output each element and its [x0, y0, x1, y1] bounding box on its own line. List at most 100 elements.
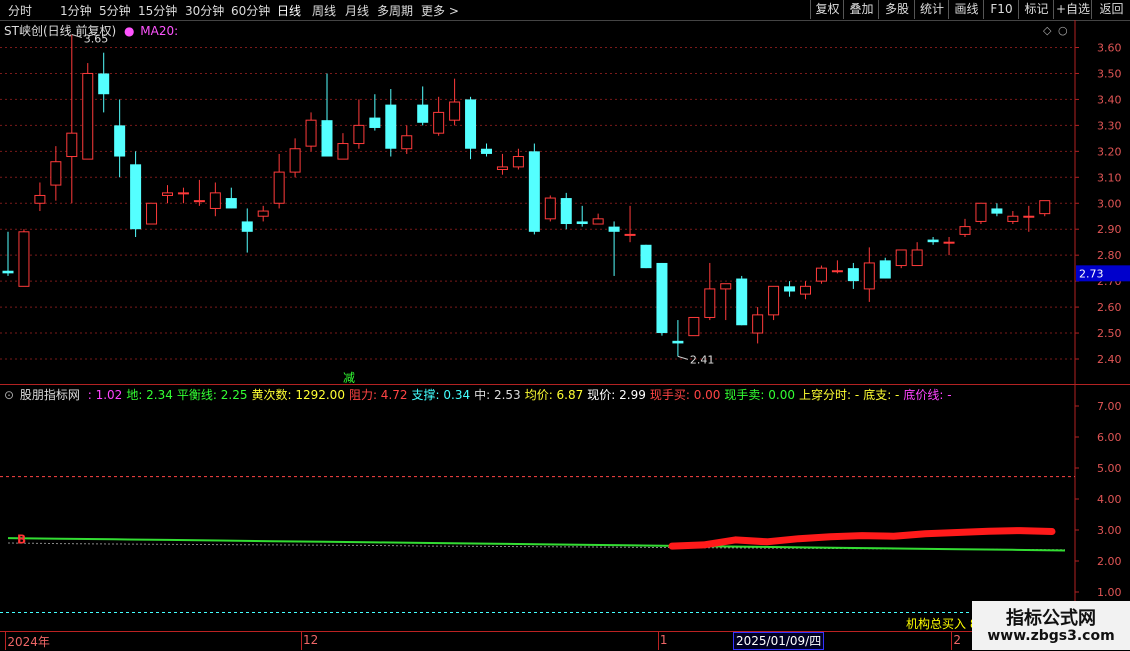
candle-body — [273, 171, 285, 204]
date-axis: 2025/01/09/四 2024年 12 1 2 — [0, 631, 1075, 651]
toolbar-button-3[interactable]: 统计 — [914, 0, 949, 19]
indicator-name: 股朋指标网 — [19, 388, 80, 402]
candle-48 — [768, 285, 780, 321]
candle-body — [401, 135, 413, 150]
candle-22 — [353, 99, 365, 149]
candle-37 — [592, 213, 604, 225]
y-tick-label-10: 3.40 — [1097, 93, 1122, 106]
date-label-3: 2 — [953, 633, 962, 647]
candle-body — [146, 202, 158, 225]
candle-body — [847, 268, 859, 282]
candlestick-chart[interactable]: 2.402.502.602.702.802.903.003.103.203.30… — [0, 20, 1130, 385]
period-tab-0[interactable]: 分时 — [8, 2, 32, 19]
selected-date: 2025/01/09/四 — [733, 632, 825, 650]
candle-body — [943, 241, 955, 244]
candle-60 — [959, 218, 971, 237]
candle-34 — [544, 195, 556, 222]
candle-4 — [66, 34, 78, 204]
candle-body — [98, 73, 110, 95]
watermark-url: www.zbgs3.com — [987, 628, 1115, 644]
candle-body — [225, 198, 237, 209]
toolbar-button-4[interactable]: 画线 — [948, 0, 984, 19]
candle-55 — [879, 257, 891, 279]
indicator-value-10: 现手卖: 0.00 — [724, 388, 795, 402]
watermark-title: 指标公式网 — [1006, 608, 1096, 629]
period-tab-2[interactable]: 5分钟 — [99, 2, 131, 19]
date-tick — [951, 632, 953, 650]
candle-44 — [704, 262, 716, 321]
indicator-value-11: 上穿分时: - — [799, 388, 860, 402]
period-tab-5[interactable]: 60分钟 — [231, 2, 270, 19]
candle-18 — [289, 138, 301, 178]
period-tab-3[interactable]: 15分钟 — [138, 2, 177, 19]
candle-body — [752, 314, 764, 334]
candle-body — [656, 262, 668, 334]
toolbar-button-5[interactable]: F10 — [983, 0, 1019, 19]
buy-marker: B — [17, 532, 26, 546]
candle-43 — [688, 316, 700, 337]
candle-27 — [433, 96, 445, 136]
y-tick-label-5: 2.90 — [1097, 223, 1122, 236]
period-tab-1[interactable]: 1分钟 — [60, 2, 92, 19]
period-tab-8[interactable]: 月线 — [345, 2, 369, 19]
candle-body — [449, 101, 461, 121]
candle-15 — [241, 208, 253, 253]
candle-28 — [449, 78, 461, 126]
diamond-icon[interactable]: ◇ — [1043, 24, 1052, 37]
circle-icon[interactable]: ○ — [1058, 24, 1068, 37]
candle-7 — [114, 99, 126, 178]
candle-body — [289, 148, 301, 173]
period-tab-10[interactable]: 更多 > — [421, 2, 459, 19]
candle-17 — [273, 153, 285, 209]
green-series — [7, 537, 1066, 552]
candle-29 — [465, 96, 477, 160]
candle-body — [991, 208, 1003, 214]
period-tab-9[interactable]: 多周期 — [377, 2, 413, 19]
candle-body — [82, 72, 94, 160]
candle-14 — [225, 187, 237, 209]
candle-62 — [991, 203, 1003, 217]
settings-icon[interactable]: ● — [124, 24, 134, 38]
indicator-value-2: 平衡线: 2.25 — [176, 388, 248, 402]
indicator-chart[interactable]: 1.00 2.00 3.00 4.00 5.00 6.00 7.00 B — [0, 385, 1130, 631]
ind-y-tick-label-4: 5.00 — [1097, 462, 1122, 475]
candle-body — [704, 288, 716, 318]
candle-30 — [481, 143, 492, 157]
candle-body — [337, 143, 349, 160]
period-tab-7[interactable]: 周线 — [312, 2, 336, 19]
date-label-0: 2024年 — [7, 635, 50, 649]
candle-body — [369, 117, 381, 128]
watermark: 指标公式网 www.zbgs3.com — [972, 601, 1130, 650]
candle-body — [592, 218, 604, 225]
indicator-settings-icon[interactable]: ⊙ — [4, 388, 14, 402]
toolbar-button-1[interactable]: 叠加 — [843, 0, 879, 19]
current-price-tag: 2.73 — [1079, 267, 1104, 280]
candle-body — [177, 192, 189, 195]
toolbar-button-8[interactable]: 返回 — [1091, 0, 1130, 19]
candle-63 — [1007, 211, 1019, 225]
toolbar-button-6[interactable]: 标记 — [1018, 0, 1054, 19]
toolbar-button-0[interactable]: 复权 — [810, 0, 844, 19]
period-tab-6[interactable]: 日线 — [277, 2, 301, 19]
y-tick-label-4: 2.80 — [1097, 249, 1122, 262]
institution-buy-label: 机构总买入 8 — [906, 617, 978, 631]
y-tick-label-11: 3.50 — [1097, 67, 1122, 80]
candle-body — [800, 285, 811, 295]
period-tab-4[interactable]: 30分钟 — [185, 2, 224, 19]
y-tick-label-1: 2.50 — [1097, 327, 1122, 340]
candle-13 — [209, 182, 221, 217]
candle-32 — [512, 148, 524, 170]
candle-20 — [321, 73, 333, 157]
toolbar-button-2[interactable]: 多股 — [878, 0, 915, 19]
ind-y-tick-label-3: 4.00 — [1097, 493, 1122, 506]
indicator-value-13: 底价线: - — [903, 388, 952, 402]
candle-36 — [576, 205, 588, 227]
candle-40 — [640, 244, 652, 269]
candle-49 — [784, 281, 796, 297]
candle-body — [544, 197, 556, 220]
toolbar-button-7[interactable]: +自选 — [1053, 0, 1092, 19]
ind-y-tick-label-0: 1.00 — [1097, 586, 1122, 599]
low-pointer — [677, 355, 689, 360]
candle-body — [417, 104, 429, 123]
candle-body — [863, 262, 875, 290]
